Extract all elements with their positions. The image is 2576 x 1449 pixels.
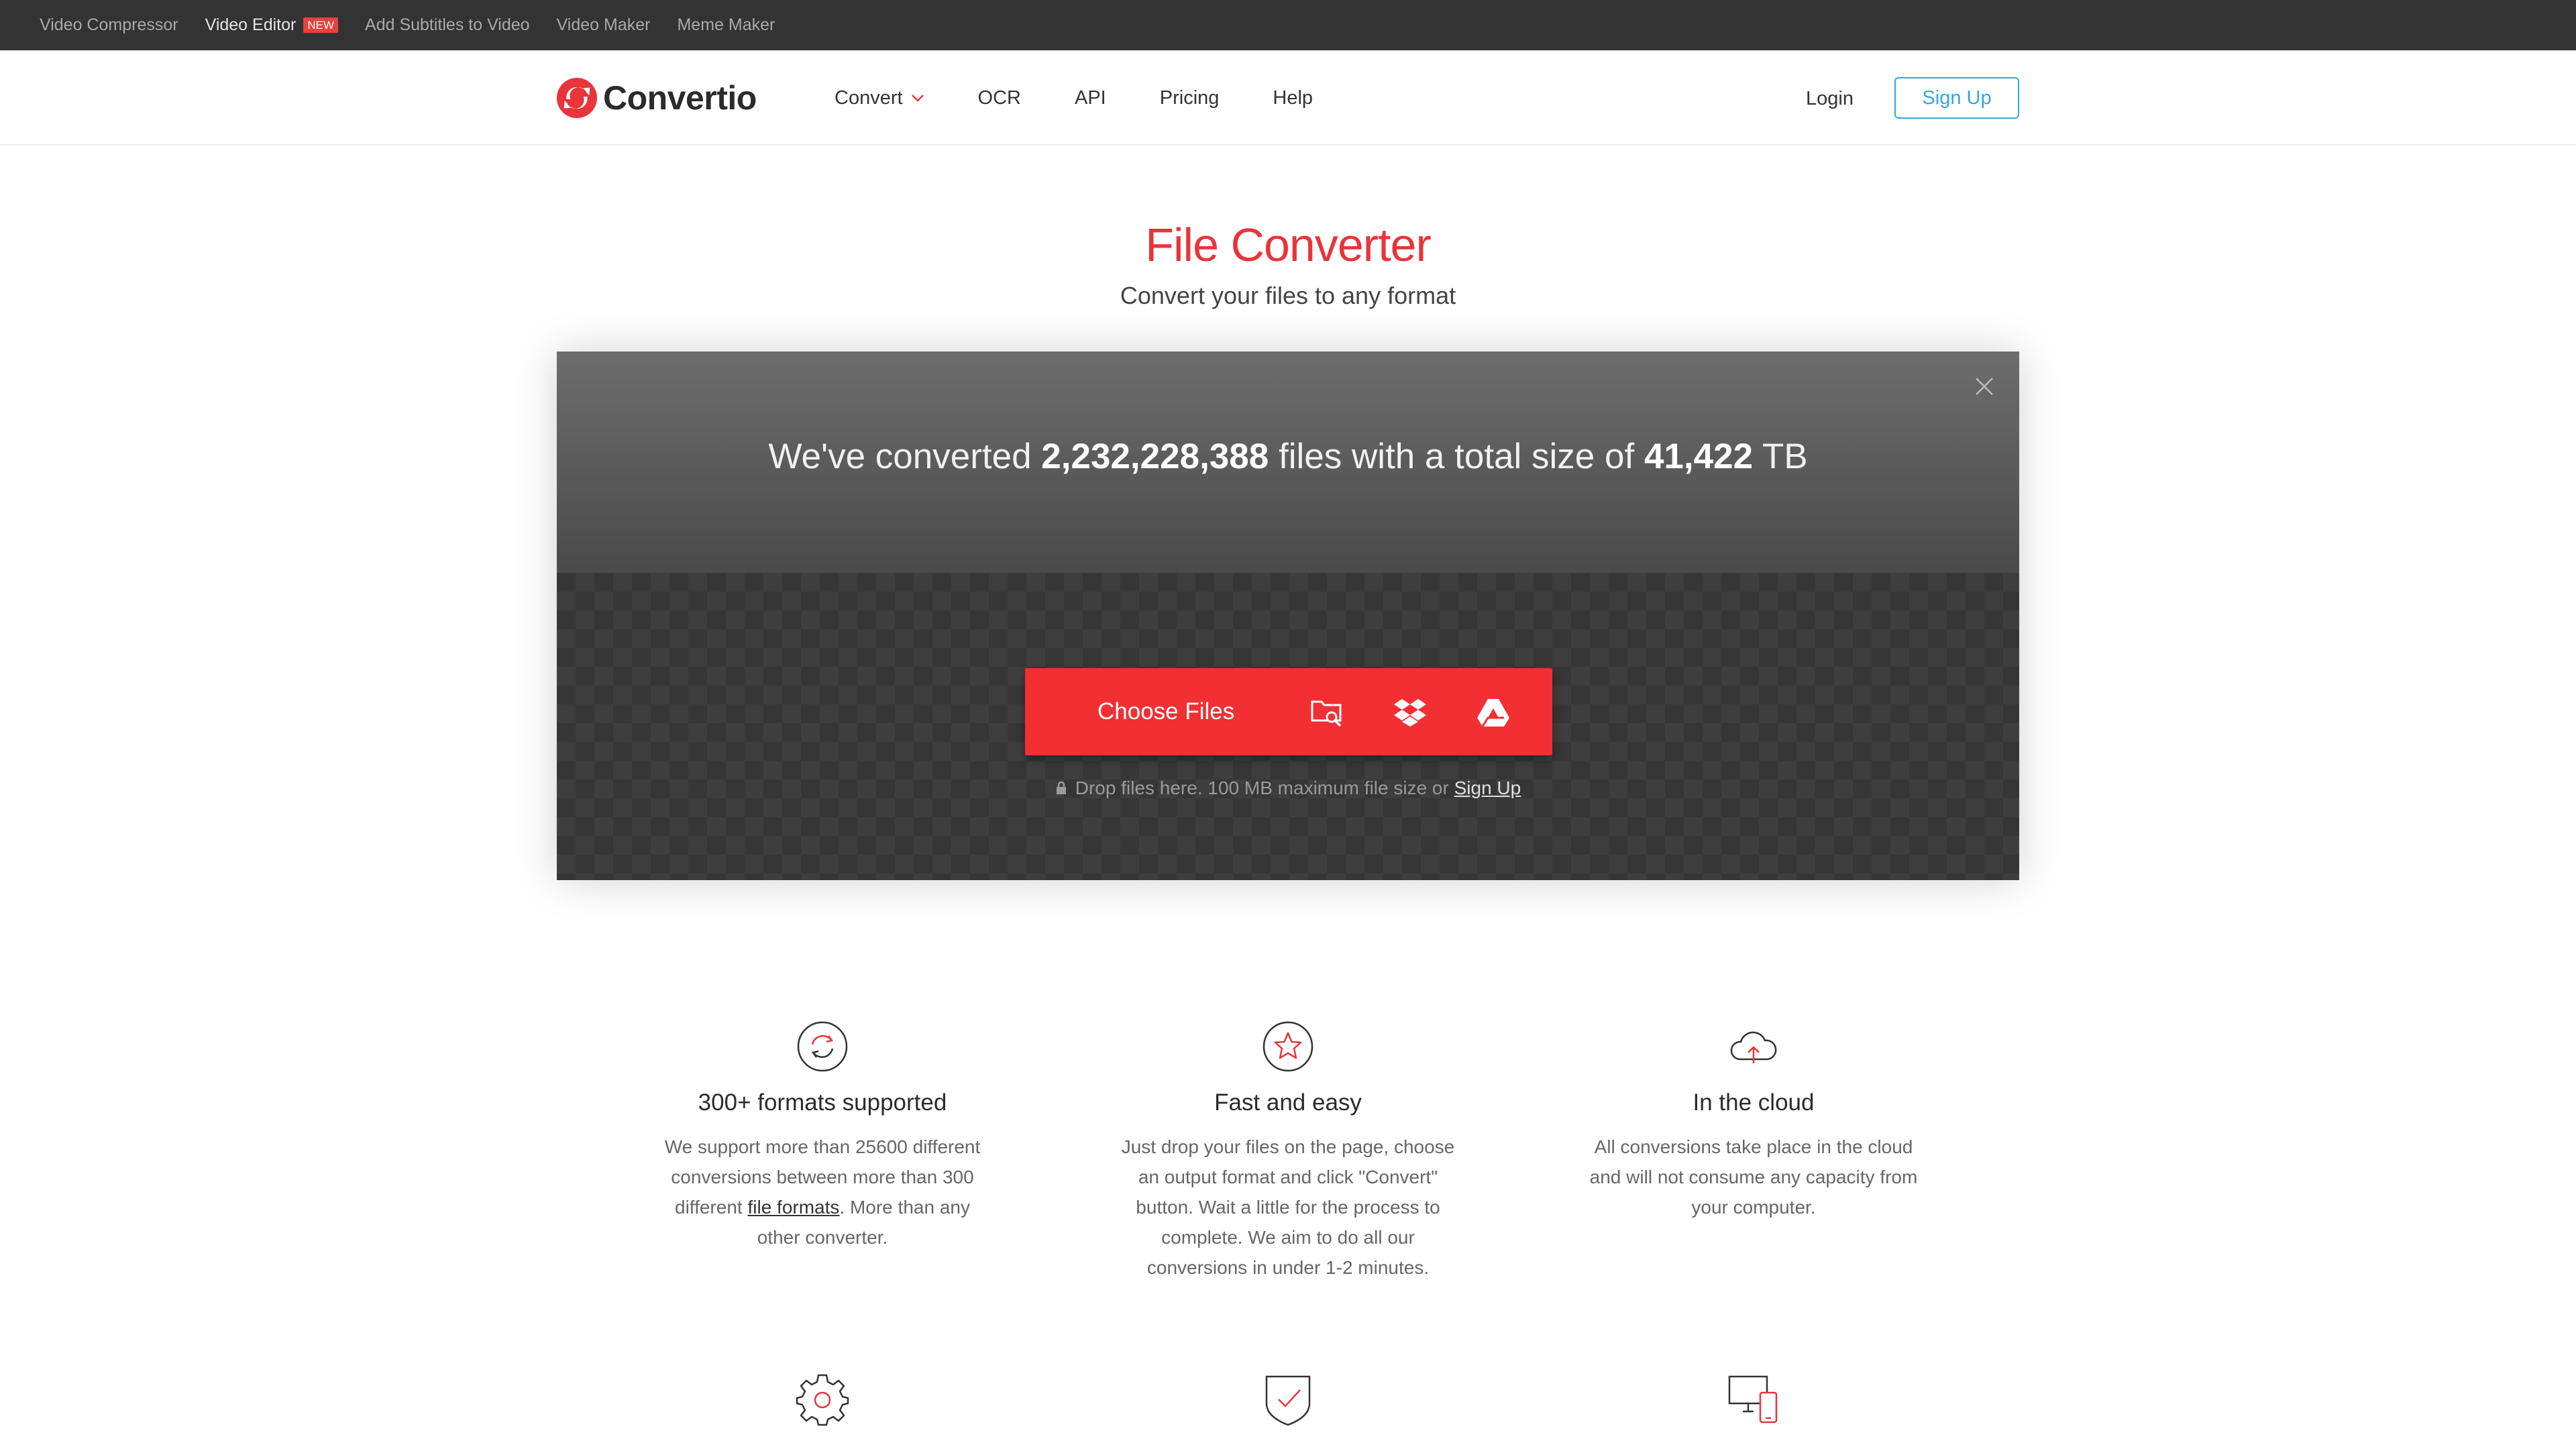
topbar-link-video-compressor[interactable]: Video Compressor xyxy=(40,15,178,35)
feature-title: 300+ formats supported xyxy=(698,1089,947,1116)
feature-cloud: In the cloud All conversions take place … xyxy=(1586,1020,1921,1222)
folder-search-icon[interactable] xyxy=(1309,695,1344,730)
feature-fast-easy: Fast and easy Just drop your files on th… xyxy=(1120,1020,1456,1283)
signup-button[interactable]: Sign Up xyxy=(1894,77,2019,119)
logo-link[interactable]: Convertio xyxy=(556,76,757,119)
nav-label: OCR xyxy=(977,87,1021,109)
topbar-link-label: Video Editor xyxy=(205,15,297,34)
file-formats-link[interactable]: file formats xyxy=(747,1197,839,1218)
cloud-upload-icon xyxy=(1730,1031,1777,1063)
nav-help[interactable]: Help xyxy=(1273,87,1313,109)
stats-text: We've converted 2,232,228,388 files with… xyxy=(557,433,2019,480)
star-icon xyxy=(1263,1021,1313,1072)
gear-icon xyxy=(796,1374,849,1426)
file-dropzone[interactable]: Choose Files Drop files here. 100 MB max… xyxy=(557,573,2019,880)
topbar-link-video-maker[interactable]: Video Maker xyxy=(557,15,651,35)
files-count: 2,232,228,388 xyxy=(1041,437,1269,476)
total-size: 41,422 xyxy=(1644,437,1754,476)
topbar-link-label: Video Compressor xyxy=(40,15,178,34)
nav-convert[interactable]: Convert xyxy=(835,87,924,109)
size-unit: TB xyxy=(1762,437,1808,476)
topbar-link-add-subtitles[interactable]: Add Subtitles to Video xyxy=(365,15,530,35)
drop-hint-text: Drop files here. 100 MB maximum file siz… xyxy=(1075,777,1449,798)
feature-formats: 300+ formats supported We support more t… xyxy=(655,1020,990,1252)
lock-icon xyxy=(1056,781,1066,794)
topbar-link-label: Video Maker xyxy=(556,15,651,34)
topbar-link-video-editor[interactable]: Video Editor NEW xyxy=(205,15,339,35)
feature-description: Just drop your files on the page, choose… xyxy=(1121,1136,1455,1278)
feature-title: Fast and easy xyxy=(1214,1089,1362,1116)
converter-panel: We've converted 2,232,228,388 files with… xyxy=(557,352,2019,880)
login-link[interactable]: Login xyxy=(1806,85,1854,112)
feature-title: In the cloud xyxy=(1693,1089,1815,1116)
new-badge: NEW xyxy=(303,17,339,33)
stats-prefix: We've converted xyxy=(768,437,1032,476)
refresh-icon xyxy=(797,1021,848,1072)
convertio-logo-icon xyxy=(556,77,598,119)
topbar-link-label: Add Subtitles to Video xyxy=(365,15,530,34)
nav-label: API xyxy=(1075,87,1106,109)
site-header: Convertio Convert OCR API Pricing Help L… xyxy=(0,50,2576,146)
nav-label: Help xyxy=(1273,87,1313,109)
devices-icon xyxy=(1728,1375,1778,1424)
page-title: File Converter xyxy=(1145,219,1432,271)
nav-api[interactable]: API xyxy=(1075,87,1106,109)
shield-check-icon xyxy=(1265,1375,1311,1426)
nav-label: Convert xyxy=(835,87,903,109)
hint-signup-link[interactable]: Sign Up xyxy=(1454,777,1521,798)
page-subtitle: Convert your files to any format xyxy=(1120,282,1456,309)
choose-files-label: Choose Files xyxy=(1097,698,1235,724)
stats-middle: files with a total size of xyxy=(1278,437,1635,476)
nav-pricing[interactable]: Pricing xyxy=(1160,87,1220,109)
topbar-link-label: Meme Maker xyxy=(677,15,775,34)
nav-label: Pricing xyxy=(1159,87,1220,109)
feature-description: All conversions take place in the cloud … xyxy=(1589,1136,1918,1218)
logo-text: Convertio xyxy=(603,79,757,117)
nav-ocr[interactable]: OCR xyxy=(978,87,1021,109)
drop-hint: Drop files here. 100 MB maximum file siz… xyxy=(557,777,2019,799)
stats-banner: We've converted 2,232,228,388 files with… xyxy=(557,352,2019,573)
dropbox-icon[interactable] xyxy=(1393,695,1428,730)
google-drive-icon[interactable] xyxy=(1476,695,1511,730)
top-utility-bar: Video Compressor Video Editor NEW Add Sub… xyxy=(0,0,2576,50)
close-icon[interactable] xyxy=(1974,376,1995,397)
chevron-down-icon xyxy=(911,95,924,102)
feature-description: We support more than 25600 different con… xyxy=(655,1132,990,1252)
choose-files-button[interactable]: Choose Files xyxy=(1025,668,1552,755)
topbar-link-meme-maker[interactable]: Meme Maker xyxy=(677,15,775,35)
main-nav: Convert OCR API Pricing Help xyxy=(835,50,1366,146)
